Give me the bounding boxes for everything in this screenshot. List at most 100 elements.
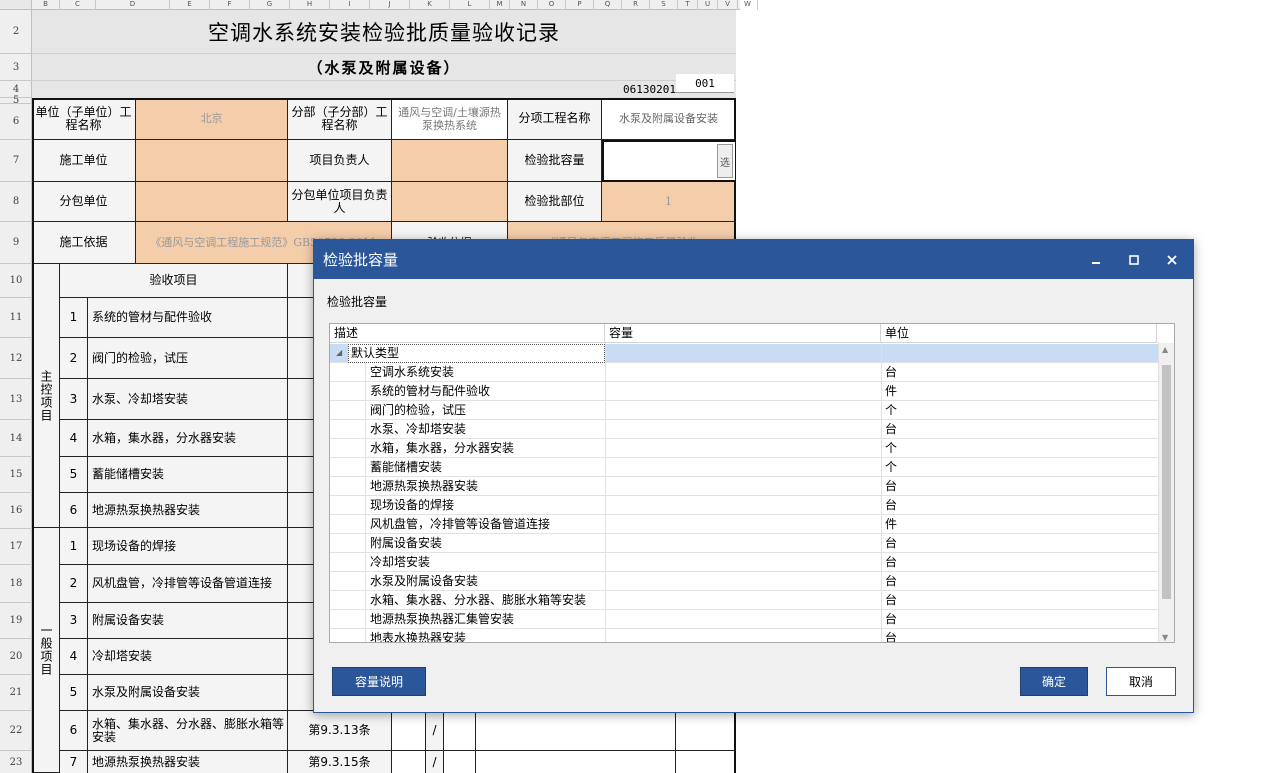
grid-row[interactable]: 水泵及附属设备安装 台	[330, 572, 1158, 591]
row-header-cell[interactable]: 19	[0, 603, 32, 639]
row-header-cell[interactable]: 17	[0, 529, 32, 565]
triangle-expand-icon[interactable]: ◢	[336, 344, 348, 363]
grid-row[interactable]: 水箱、集水器、分水器、膨胀水箱等安装 台	[330, 591, 1158, 610]
row-header-cell[interactable]: 14	[0, 420, 32, 457]
row-header-cell[interactable]: 18	[0, 565, 32, 603]
column-header-cell[interactable]: C	[60, 0, 96, 10]
active-cell[interactable]	[602, 140, 736, 182]
column-header-cell[interactable]: O	[538, 0, 566, 10]
row-capacity-input[interactable]	[609, 629, 881, 642]
capacity-grid[interactable]: 描述 容量 单位 ◢ 默认类型 空调水系统安装台系统的管材与配件验收件阀门的检验…	[329, 323, 1175, 643]
row-capacity-input[interactable]	[609, 420, 881, 439]
column-header-cell[interactable]: B	[32, 0, 60, 10]
row-capacity-input[interactable]	[609, 591, 881, 610]
row-capacity-input[interactable]	[609, 363, 881, 382]
row-header-cell[interactable]: 23	[0, 751, 32, 773]
grid-row[interactable]: 阀门的检验，试压 个	[330, 401, 1158, 420]
grid-row[interactable]: 现场设备的焊接 台	[330, 496, 1158, 515]
batch-location-value[interactable]: 1	[602, 182, 736, 222]
group-row[interactable]: ◢ 默认类型	[330, 344, 1158, 363]
row-capacity-input[interactable]	[609, 458, 881, 477]
column-header-cell[interactable]: N	[510, 0, 538, 10]
column-header-cell[interactable]: J	[370, 0, 410, 10]
column-header-cell[interactable]: M	[490, 0, 510, 10]
column-header-cell[interactable]: L	[450, 0, 490, 10]
dialog-titlebar[interactable]: 检验批容量	[314, 240, 1193, 279]
select-all-corner[interactable]	[0, 0, 32, 10]
row-capacity-input[interactable]	[609, 439, 881, 458]
column-header-cell[interactable]: G	[250, 0, 290, 10]
row-capacity-input[interactable]	[609, 401, 881, 420]
column-header-cell[interactable]: F	[210, 0, 250, 10]
column-header-cell[interactable]: T	[678, 0, 698, 10]
row-header-cell[interactable]: 2	[0, 10, 32, 54]
column-header-cell[interactable]: S	[650, 0, 678, 10]
maximize-icon[interactable]	[1115, 240, 1153, 279]
column-header-unit[interactable]: 单位	[881, 324, 1157, 343]
row-header-cell[interactable]: 11	[0, 298, 32, 338]
row-header-cell[interactable]: 15	[0, 457, 32, 493]
row-header-cell[interactable]: 20	[0, 639, 32, 675]
row-header-cell[interactable]: 8	[0, 182, 32, 222]
grid-row[interactable]: 冷却塔安装 台	[330, 553, 1158, 572]
scroll-down-icon[interactable]: ▼	[1162, 633, 1168, 642]
column-header-cell[interactable]: H	[290, 0, 330, 10]
grid-row[interactable]: 蓄能储槽安装 个	[330, 458, 1158, 477]
close-icon[interactable]	[1153, 240, 1191, 279]
grid-row[interactable]: 水箱，集水器，分水器安装 个	[330, 439, 1158, 458]
row-header-cell[interactable]: 10	[0, 264, 32, 298]
cancel-button[interactable]: 取消	[1106, 667, 1176, 696]
row-capacity-input[interactable]	[609, 553, 881, 572]
grid-row[interactable]: 地表水换热器安装 台	[330, 629, 1158, 642]
row-capacity-input[interactable]	[609, 610, 881, 629]
row-header-cell[interactable]: 9	[0, 222, 32, 264]
contractor-value[interactable]	[136, 140, 288, 182]
column-header-cell[interactable]: P	[566, 0, 594, 10]
row-header-cell[interactable]: 3	[0, 54, 32, 81]
column-header-desc[interactable]: 描述	[330, 324, 605, 343]
subcontractor-value[interactable]	[136, 182, 288, 222]
grid-row[interactable]: 风机盘管，冷排管等设备管道连接 件	[330, 515, 1158, 534]
column-header-cell[interactable]: R	[622, 0, 650, 10]
row-capacity-input[interactable]	[609, 382, 881, 401]
column-header-cell[interactable]: D	[96, 0, 170, 10]
vertical-scrollbar[interactable]: ▲ ▼	[1158, 343, 1174, 642]
column-header-cell[interactable]: V	[718, 0, 738, 10]
grid-row[interactable]: 水泵、冷却塔安装 台	[330, 420, 1158, 439]
row-capacity-input[interactable]	[609, 515, 881, 534]
row-header-cell[interactable]: 7	[0, 140, 32, 182]
select-button[interactable]: 选	[717, 144, 733, 178]
column-header-cell[interactable]: E	[170, 0, 210, 10]
grid-row[interactable]: 地源热泵换热器安装 台	[330, 477, 1158, 496]
column-header-capacity[interactable]: 容量	[605, 324, 881, 343]
capacity-help-button[interactable]: 容量说明	[332, 667, 426, 696]
scrollbar-thumb[interactable]	[1162, 365, 1171, 599]
row-capacity-input[interactable]	[609, 496, 881, 515]
row-header-cell[interactable]: 22	[0, 711, 32, 751]
scroll-up-icon[interactable]: ▲	[1162, 345, 1168, 354]
sub-unit-value[interactable]: 通风与空调/土壤源热泵换热系统	[392, 98, 508, 140]
grid-row[interactable]: 系统的管材与配件验收 件	[330, 382, 1158, 401]
ok-button[interactable]: 确定	[1020, 667, 1088, 696]
minimize-icon[interactable]	[1077, 240, 1115, 279]
unit-name-value[interactable]: 北京	[136, 98, 288, 140]
column-header-cell[interactable]: K	[410, 0, 450, 10]
project-lead-value[interactable]	[392, 140, 508, 182]
row-header-cell[interactable]: 12	[0, 338, 32, 379]
item-name-value[interactable]: 水泵及附属设备安装	[602, 98, 736, 140]
row-header-cell[interactable]: 16	[0, 493, 32, 529]
grid-row[interactable]: 附属设备安装 台	[330, 534, 1158, 553]
row-capacity-input[interactable]	[609, 477, 881, 496]
row-header-cell[interactable]: 6	[0, 104, 32, 140]
sub-lead-value[interactable]	[392, 182, 508, 222]
column-header-cell[interactable]: U	[698, 0, 718, 10]
row-capacity-input[interactable]	[609, 572, 881, 591]
grid-row[interactable]: 空调水系统安装 台	[330, 363, 1158, 382]
row-header-cell[interactable]: 21	[0, 675, 32, 711]
column-header-cell[interactable]: Q	[594, 0, 622, 10]
column-header-cell[interactable]: I	[330, 0, 370, 10]
row-header-cell[interactable]: 13	[0, 379, 32, 420]
grid-row[interactable]: 地源热泵换热器汇集管安装 台	[330, 610, 1158, 629]
row-capacity-input[interactable]	[609, 534, 881, 553]
column-header-cell[interactable]: W	[738, 0, 758, 10]
